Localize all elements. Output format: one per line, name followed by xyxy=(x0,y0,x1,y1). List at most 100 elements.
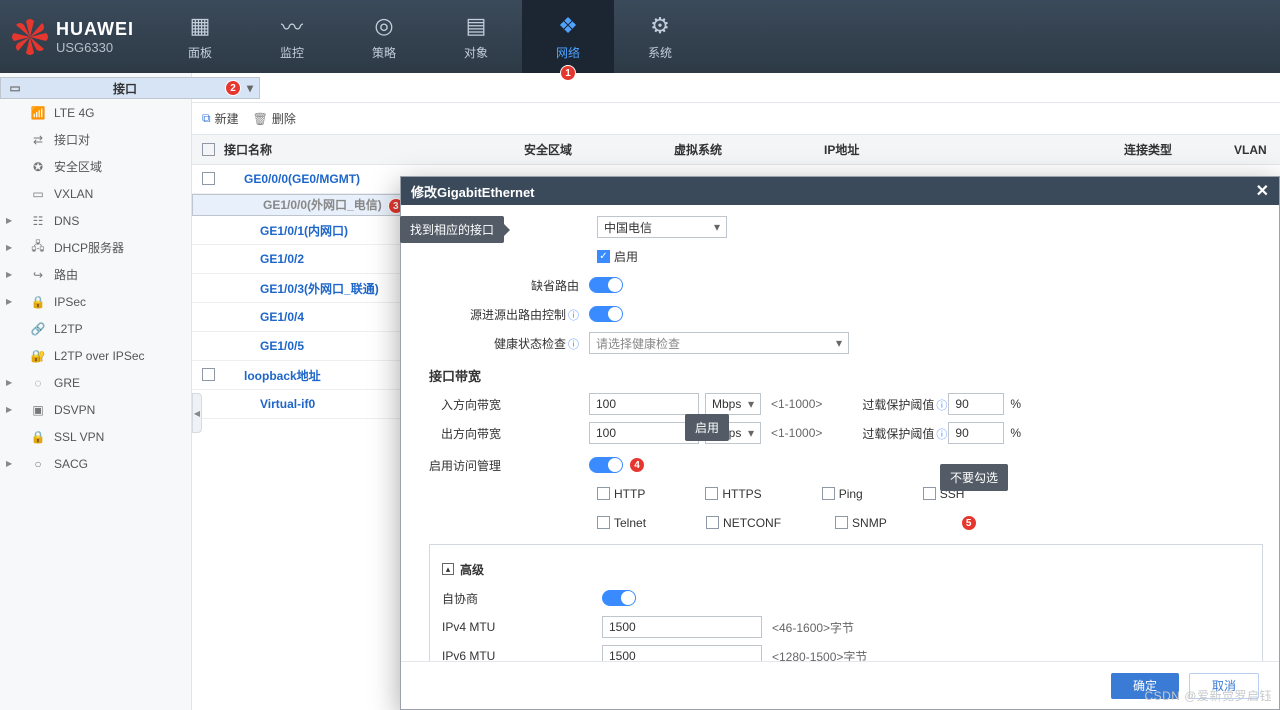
advanced-section: ▴高级 自协商 IPv4 MTU<46-1600>字节 IPv6 MTU<128… xyxy=(429,544,1263,661)
table-header: 接口名称 安全区域 虚拟系统 IP地址 连接类型 VLAN xyxy=(192,135,1280,165)
nav-icon: ⚙ xyxy=(646,12,674,40)
out-thresh-label: 过载保护阈值 xyxy=(862,427,934,441)
nav-对象[interactable]: ▤对象 xyxy=(430,0,522,73)
help-icon[interactable]: ⓘ xyxy=(568,310,579,322)
health-label: 健康状态检查 xyxy=(494,337,566,351)
default-route-toggle[interactable] xyxy=(589,277,623,293)
nav-策略[interactable]: ◎策略 xyxy=(338,0,430,73)
http-checkbox[interactable] xyxy=(597,487,610,500)
sidebar-item-VXLAN[interactable]: ▭VXLAN xyxy=(0,180,191,207)
nav-icon: ▦ xyxy=(186,12,214,40)
in-bw-label: 入方向带宽 xyxy=(429,396,589,413)
ping-checkbox[interactable] xyxy=(822,487,835,500)
annotation-tip-4: 启用 xyxy=(685,414,729,441)
annotation-tip-3: 找到相应的接口 xyxy=(400,216,504,243)
cancel-button[interactable]: 取消 xyxy=(1189,673,1259,699)
chevron-right-icon: ▶ xyxy=(6,297,12,306)
ssh-checkbox[interactable] xyxy=(923,487,936,500)
enable-label: 启用 xyxy=(614,248,638,265)
collapse-icon[interactable]: ▴ xyxy=(442,563,454,575)
nav-面板[interactable]: ▦面板 xyxy=(154,0,246,73)
src-route-toggle[interactable] xyxy=(589,306,623,322)
delete-icon: 🗑 xyxy=(253,112,268,126)
mtu6-input[interactable] xyxy=(602,645,762,661)
sidebar-icon: ☷ xyxy=(30,214,46,228)
delete-button[interactable]: 🗑删除 xyxy=(253,110,296,127)
help-icon[interactable]: ⓘ xyxy=(936,429,947,441)
page-title: 接口列表 xyxy=(192,73,1280,103)
sidebar-icon: ○ xyxy=(30,457,46,471)
sidebar-icon: ▭ xyxy=(7,81,23,95)
sidebar-item-接口对[interactable]: ⇄接口对 xyxy=(0,126,191,153)
sidebar: ▭接口2📶LTE 4G⇄接口对✪安全区域▭VXLAN▶☷DNS▶🖧DHCP服务器… xyxy=(0,73,192,710)
sidebar-item-DNS[interactable]: ▶☷DNS xyxy=(0,207,191,234)
sidebar-icon: ◌ xyxy=(30,376,46,390)
health-check-select[interactable]: 请选择健康检查 xyxy=(589,332,849,354)
out-bw-range: <1-1000> xyxy=(771,426,822,440)
mtu4-label: IPv4 MTU xyxy=(442,620,602,634)
new-button[interactable]: ⧉新建 xyxy=(202,110,239,127)
src-route-label: 源进源出路由控制 xyxy=(470,308,566,322)
col-zone: 安全区域 xyxy=(514,141,664,158)
autoneg-toggle[interactable] xyxy=(602,590,636,606)
sidebar-item-IPSec[interactable]: ▶🔒IPSec xyxy=(0,288,191,315)
enable-checkbox[interactable] xyxy=(597,250,610,263)
sidebar-item-路由[interactable]: ▶↪路由 xyxy=(0,261,191,288)
brand-label: HUAWEI xyxy=(56,19,134,40)
sidebar-item-安全区域[interactable]: ✪安全区域 xyxy=(0,153,191,180)
access-mgmt-toggle[interactable] xyxy=(589,457,623,473)
mtu4-input[interactable] xyxy=(602,616,762,638)
out-thresh-input[interactable] xyxy=(948,422,1004,444)
in-bw-unit-select[interactable]: Mbps xyxy=(705,393,761,415)
edit-interface-dialog: 修改GigabitEthernet ✕ 中国电信 启用 缺省路由 源进源出路由控… xyxy=(400,176,1280,710)
sidebar-collapse-handle[interactable]: ◀ xyxy=(192,393,202,433)
annotation-badge-2: 2 xyxy=(225,80,241,96)
col-vlan: VLAN xyxy=(1224,143,1280,157)
huawei-logo-icon xyxy=(10,17,50,57)
sidebar-icon: 🖧 xyxy=(30,237,46,258)
autoneg-label: 自协商 xyxy=(442,590,602,607)
sidebar-item-SACG[interactable]: ▶○SACG xyxy=(0,450,191,477)
netconf-checkbox[interactable] xyxy=(706,516,719,529)
access-mgmt-label: 启用访问管理 xyxy=(429,457,589,474)
sidebar-item-L2TP[interactable]: 🔗L2TP xyxy=(0,315,191,342)
dialog-footer: 确定 取消 xyxy=(401,661,1279,709)
chevron-right-icon: ▶ xyxy=(6,405,12,414)
logo-area: HUAWEI USG6330 xyxy=(0,0,154,73)
sidebar-item-接口[interactable]: ▭接口2 xyxy=(0,77,260,99)
out-bw-label: 出方向带宽 xyxy=(429,425,589,442)
nav-icon: ❖ xyxy=(554,12,582,40)
in-bw-input[interactable] xyxy=(589,393,699,415)
sidebar-item-DSVPN[interactable]: ▶▣DSVPN xyxy=(0,396,191,423)
sidebar-item-GRE[interactable]: ▶◌GRE xyxy=(0,369,191,396)
advanced-title: 高级 xyxy=(460,561,484,578)
snmp-checkbox[interactable] xyxy=(835,516,848,529)
ok-button[interactable]: 确定 xyxy=(1111,673,1179,699)
out-bw-input[interactable] xyxy=(589,422,699,444)
nav-网络[interactable]: ❖网络1 xyxy=(522,0,614,73)
in-thresh-label: 过载保护阈值 xyxy=(862,398,934,412)
sidebar-icon: 🔗 xyxy=(30,322,46,336)
in-thresh-input[interactable] xyxy=(948,393,1004,415)
nav-icon: ◎ xyxy=(370,12,398,40)
help-icon[interactable]: ⓘ xyxy=(936,400,947,412)
nav-监控[interactable]: 〰监控 xyxy=(246,0,338,73)
nav-icon: 〰 xyxy=(278,12,306,40)
https-checkbox[interactable] xyxy=(705,487,718,500)
help-icon[interactable]: ⓘ xyxy=(568,339,579,351)
col-ip: IP地址 xyxy=(814,141,1114,158)
chevron-right-icon: ▶ xyxy=(6,270,12,279)
dialog-title: 修改GigabitEthernet xyxy=(411,182,535,201)
nav-系统[interactable]: ⚙系统 xyxy=(614,0,706,73)
sidebar-icon: 🔒 xyxy=(30,295,46,309)
sidebar-item-L2TP over IPSec[interactable]: 🔐L2TP over IPSec xyxy=(0,342,191,369)
sidebar-item-LTE 4G[interactable]: 📶LTE 4G xyxy=(0,99,191,126)
top-nav: ▦面板〰监控◎策略▤对象❖网络1⚙系统 xyxy=(154,0,706,73)
telnet-checkbox[interactable] xyxy=(597,516,610,529)
mtu6-label: IPv6 MTU xyxy=(442,649,602,661)
chevron-right-icon: ▶ xyxy=(6,243,12,252)
sidebar-item-DHCP服务器[interactable]: ▶🖧DHCP服务器 xyxy=(0,234,191,261)
isp-select[interactable]: 中国电信 xyxy=(597,216,727,238)
close-icon[interactable]: ✕ xyxy=(1256,181,1269,201)
sidebar-item-SSL VPN[interactable]: 🔒SSL VPN xyxy=(0,423,191,450)
